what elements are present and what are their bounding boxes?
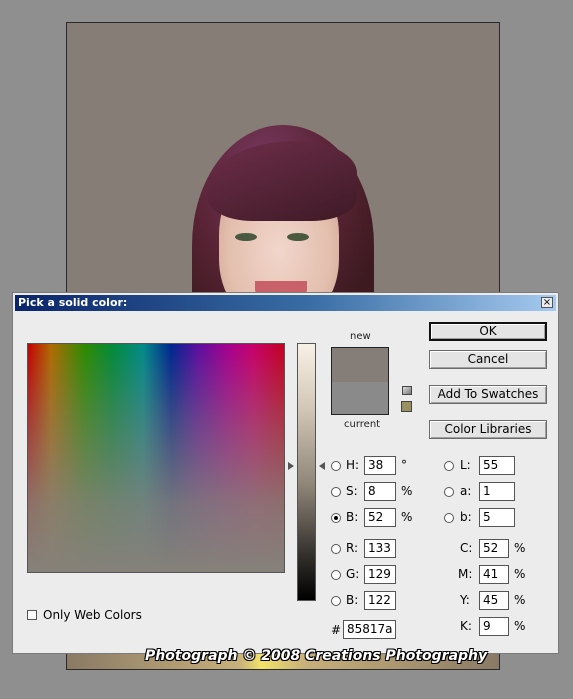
red-label: R: [346,541,359,555]
saturation-unit: % [401,484,413,498]
b-channel-label: b: [460,510,472,524]
saturation-radio[interactable] [331,487,341,497]
photo-watermark: Photograph © 2008 Creations Photography [145,648,488,664]
hue-radio[interactable] [331,461,341,471]
yellow-unit: % [514,593,526,607]
color-slider[interactable] [297,343,316,601]
slider-arrow-left-icon[interactable] [288,462,294,470]
yellow-label: Y: [460,593,470,607]
color-libraries-button[interactable]: Color Libraries [429,420,547,439]
color-swatch-preview [331,347,389,415]
brightness-label: B: [346,510,359,524]
red-radio[interactable] [331,544,341,554]
a-channel-label: a: [460,484,472,498]
color-field[interactable] [27,343,285,573]
web-safe-swatch[interactable] [401,401,412,412]
hue-unit: ° [401,458,407,472]
green-label: G: [346,567,360,581]
magenta-field[interactable]: 41 [479,565,509,584]
hue-label: H: [346,458,360,472]
a-channel-field[interactable]: 1 [479,482,515,501]
only-web-colors-label: Only Web Colors [43,608,142,622]
out-of-gamut-cube-icon[interactable] [402,386,412,395]
hue-field[interactable]: 38 [364,456,396,475]
new-color-swatch [332,348,388,382]
ok-button[interactable]: OK [429,322,547,341]
black-label: K: [460,619,472,633]
lightness-label: L: [460,458,471,472]
dialog-title: Pick a solid color: [18,296,128,309]
blue-field[interactable]: 122 [364,591,396,610]
green-radio[interactable] [331,570,341,580]
red-field[interactable]: 133 [364,539,396,558]
hex-label: # [331,623,342,637]
close-button[interactable]: × [541,297,553,308]
photo-eye-left [235,233,257,241]
lightness-field[interactable]: 55 [479,456,515,475]
brightness-field[interactable]: 52 [364,508,396,527]
current-color-swatch[interactable] [332,382,388,414]
hex-field[interactable]: 85817a [343,620,396,639]
color-field-shade [28,344,284,572]
brightness-radio[interactable] [331,513,341,523]
yellow-field[interactable]: 45 [479,591,509,610]
cancel-button[interactable]: Cancel [429,350,547,369]
cyan-field[interactable]: 52 [479,539,509,558]
current-color-label: current [344,419,381,430]
blue-radio[interactable] [331,596,341,606]
cyan-label: C: [460,541,473,555]
brightness-unit: % [401,510,413,524]
green-field[interactable]: 129 [364,565,396,584]
black-unit: % [514,619,526,633]
slider-arrow-right-icon[interactable] [319,462,325,470]
b-channel-radio[interactable] [444,513,454,523]
black-field[interactable]: 9 [479,617,509,636]
color-picker-dialog: Pick a solid color: × new current OK Can… [12,292,559,654]
only-web-colors-checkbox[interactable] [27,610,37,620]
saturation-label: S: [346,484,358,498]
dialog-titlebar[interactable]: Pick a solid color: × [15,295,556,311]
lightness-radio[interactable] [444,461,454,471]
add-to-swatches-button[interactable]: Add To Swatches [429,385,547,404]
saturation-field[interactable]: 8 [364,482,396,501]
cyan-unit: % [514,541,526,555]
a-channel-radio[interactable] [444,487,454,497]
b-channel-field[interactable]: 5 [479,508,515,527]
photo-eye-right [287,233,309,241]
blue-label: B: [346,593,359,607]
new-color-label: new [350,331,371,342]
magenta-unit: % [514,567,526,581]
magenta-label: M: [458,567,473,581]
